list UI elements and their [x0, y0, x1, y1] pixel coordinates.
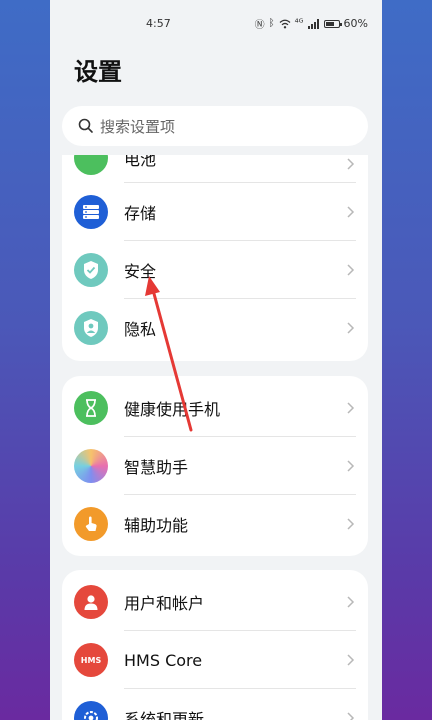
privacy-icon — [74, 311, 108, 345]
status-bar: 4:57 Ⓝ ᛒ ⁴ᴳ 60% — [50, 0, 382, 46]
hand-icon — [74, 507, 108, 541]
settings-item-accounts[interactable]: 用户和帐户 — [62, 573, 368, 631]
settings-item-label: 电池 — [124, 155, 157, 169]
settings-item-digital-balance[interactable]: 健康使用手机 — [62, 379, 368, 437]
search-input[interactable]: 搜索设置项 — [62, 106, 368, 146]
hms-icon: HMS — [74, 643, 108, 677]
chevron-right-icon — [347, 158, 355, 170]
status-icons: Ⓝ ᛒ ⁴ᴳ 60% — [255, 16, 368, 31]
chevron-right-icon — [347, 206, 355, 218]
settings-item-storage[interactable]: 存储 — [62, 183, 368, 241]
settings-item-accessibility[interactable]: 辅助功能 — [62, 495, 368, 553]
settings-item-security[interactable]: 安全 — [62, 241, 368, 299]
settings-screen: 4:57 Ⓝ ᛒ ⁴ᴳ 60% 设置 搜索设置项 电池 存储 安全 隐私 健康使… — [50, 0, 382, 720]
chevron-right-icon — [347, 518, 355, 530]
settings-item-label: 智慧助手 — [124, 458, 189, 477]
chevron-right-icon — [347, 402, 355, 414]
battery-status-icon — [323, 19, 342, 28]
system-icon — [74, 701, 108, 720]
nfc-icon: Ⓝ — [254, 20, 265, 31]
shield-icon — [74, 253, 108, 287]
page-title: 设置 — [74, 58, 122, 86]
settings-item-label: 安全 — [124, 262, 157, 281]
settings-item-label: 系统和更新 — [124, 710, 205, 720]
chevron-right-icon — [347, 460, 355, 472]
settings-item-label: 隐私 — [124, 320, 157, 339]
bluetooth-icon: ᛒ — [268, 18, 275, 29]
user-icon — [74, 585, 108, 619]
settings-group-2: 健康使用手机 智慧助手 辅助功能 — [62, 376, 368, 556]
settings-item-hms-core[interactable]: HMS HMS Core — [62, 631, 368, 689]
search-icon — [76, 116, 96, 136]
settings-item-battery[interactable]: 电池 — [62, 155, 368, 183]
network-type: ⁴ᴳ — [294, 18, 304, 29]
battery-percent: 60% — [343, 17, 368, 30]
chevron-right-icon — [347, 654, 355, 666]
settings-item-assistant[interactable]: 智慧助手 — [62, 437, 368, 495]
settings-item-label: 用户和帐户 — [124, 594, 205, 613]
settings-item-privacy[interactable]: 隐私 — [62, 299, 368, 357]
chevron-right-icon — [347, 264, 355, 276]
chevron-right-icon — [347, 596, 355, 608]
signal-icon — [307, 18, 319, 29]
settings-item-label: HMS Core — [124, 650, 203, 670]
settings-item-system-update[interactable]: 系统和更新 — [62, 689, 368, 720]
storage-icon — [74, 195, 108, 229]
assistant-icon — [74, 449, 108, 483]
settings-item-label: 辅助功能 — [124, 516, 189, 535]
settings-group-3: 用户和帐户 HMS HMS Core 系统和更新 — [62, 570, 368, 720]
settings-item-label: 存储 — [124, 204, 157, 223]
status-time: 4:57 — [146, 17, 171, 30]
battery-icon — [74, 155, 108, 175]
wifi-icon — [279, 19, 291, 28]
hourglass-icon — [74, 391, 108, 425]
settings-group-1: 电池 存储 安全 隐私 — [62, 155, 368, 361]
chevron-right-icon — [347, 712, 355, 720]
chevron-right-icon — [347, 322, 355, 334]
settings-item-label: 健康使用手机 — [124, 400, 221, 419]
search-placeholder: 搜索设置项 — [100, 117, 176, 136]
